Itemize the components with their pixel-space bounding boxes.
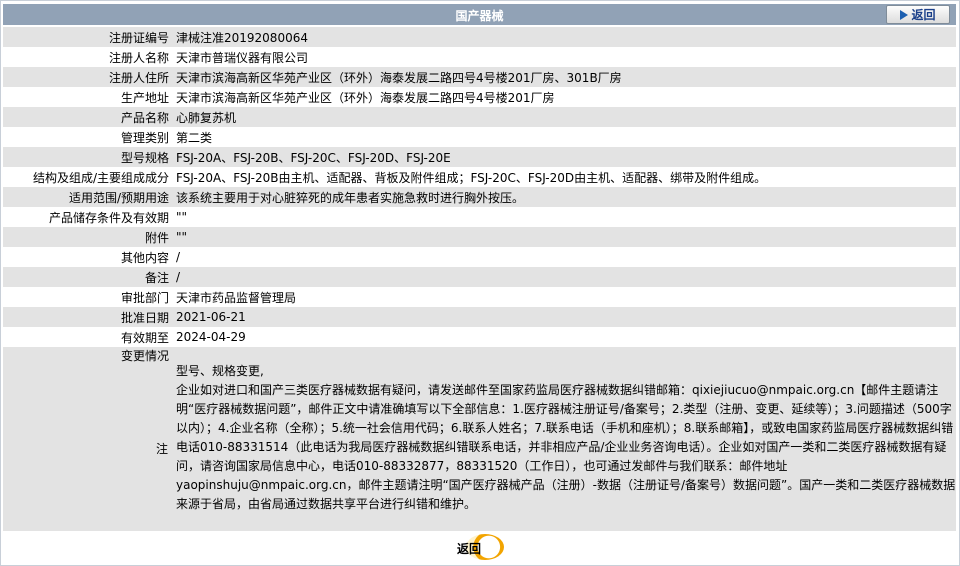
field-value: 天津市滨海高新区华苑产业区（环外）海泰发展二路四号4号楼201厂房、301B厂房 [172, 67, 956, 87]
field-value: 天津市滨海高新区华苑产业区（环外）海泰发展二路四号4号楼201厂房 [172, 87, 956, 107]
change-value: 型号、规格变更, [176, 364, 264, 378]
field-value: 津械注准20192080064 [172, 27, 956, 47]
field-label: 注册人住所 [3, 67, 172, 87]
field-label: 其他内容 [3, 247, 172, 267]
table-row: 附件 "" [3, 227, 956, 247]
field-value: "" [172, 207, 956, 227]
field-value: 心肺复苏机 [172, 107, 956, 127]
field-label: 型号规格 [3, 147, 172, 167]
field-label: 注册人名称 [3, 47, 172, 67]
table-row: 注册人住所 天津市滨海高新区华苑产业区（环外）海泰发展二路四号4号楼201厂房、3… [3, 67, 956, 87]
field-value: FSJ-20A、FSJ-20B、FSJ-20C、FSJ-20D、FSJ-20E [172, 147, 956, 167]
field-value: "" [172, 227, 956, 247]
field-label: 产品名称 [3, 107, 172, 127]
field-label: 有效期至 [3, 327, 172, 347]
note-value-cell: 型号、规格变更, 企业如对进口和国产三类医疗器械数据有疑问，请发送邮件至国家药监… [172, 347, 956, 531]
table-row: 产品储存条件及有效期 "" [3, 207, 956, 227]
table-row: 注册证编号 津械注准20192080064 [3, 27, 956, 47]
field-value: / [172, 267, 956, 287]
field-label: 备注 [3, 267, 172, 287]
back-button-bottom-label: 返回 [457, 542, 482, 556]
table-row: 结构及组成/主要组成成分 FSJ-20A、FSJ-20B由主机、适配器、背板及附件… [3, 167, 956, 187]
field-label: 审批部门 [3, 287, 172, 307]
back-button-bottom[interactable]: 返回 [452, 533, 504, 561]
field-label: 附件 [3, 227, 172, 247]
table-row: 注册人名称 天津市普瑞仪器有限公司 [3, 47, 956, 67]
arrow-right-icon [900, 9, 909, 20]
detail-table: 注册证编号 津械注准20192080064 注册人名称 天津市普瑞仪器有限公司 注册… [3, 27, 956, 531]
note-row: 变更情况 型号、规格变更, 企业如对进口和国产三类医疗器械数据有疑问，请发送邮件… [3, 347, 956, 531]
field-label: 生产地址 [3, 87, 172, 107]
field-value: FSJ-20A、FSJ-20B由主机、适配器、背板及附件组成；FSJ-20C、F… [172, 167, 956, 187]
field-label: 管理类别 [3, 127, 172, 147]
field-label: 批准日期 [3, 307, 172, 327]
field-value: 天津市药品监督管理局 [172, 287, 956, 307]
table-row: 批准日期 2021-06-21 [3, 307, 956, 327]
field-label: 适用范围/预期用途 [3, 187, 172, 207]
note-text: 企业如对进口和国产三类医疗器械数据有疑问，请发送邮件至国家药监局医疗器械数据纠错… [176, 383, 956, 511]
change-label: 变更情况 [120, 349, 169, 363]
field-value: 2024-04-29 [172, 327, 956, 347]
field-value: / [172, 247, 956, 267]
table-row: 备注 / [3, 267, 956, 287]
field-label: 注册证编号 [3, 27, 172, 47]
table-row: 产品名称 心肺复苏机 [3, 107, 956, 127]
note-label-cell: 变更情况 [3, 347, 172, 531]
table-row: 其他内容 / [3, 247, 956, 267]
note-label: 注 [156, 442, 169, 456]
field-value: 2021-06-21 [172, 307, 956, 327]
table-row: 审批部门 天津市药品监督管理局 [3, 287, 956, 307]
field-label: 结构及组成/主要组成成分 [3, 167, 172, 187]
table-row: 适用范围/预期用途 该系统主要用于对心脏猝死的成年患者实施急救时进行胸外按压。 [3, 187, 956, 207]
page-title: 国产器械 [455, 9, 504, 23]
table-row: 管理类别 第二类 [3, 127, 956, 147]
field-value: 第二类 [172, 127, 956, 147]
back-button-top[interactable]: 返回 [886, 5, 950, 24]
table-row: 生产地址 天津市滨海高新区华苑产业区（环外）海泰发展二路四号4号楼201厂房 [3, 87, 956, 107]
field-value: 天津市普瑞仪器有限公司 [172, 47, 956, 67]
table-row: 型号规格 FSJ-20A、FSJ-20B、FSJ-20C、FSJ-20D、FSJ-… [3, 147, 956, 167]
table-row: 有效期至 2024-04-29 [3, 327, 956, 347]
title-bar: 国产器械 返回 [3, 4, 956, 25]
field-label: 产品储存条件及有效期 [3, 207, 172, 227]
back-button-top-label: 返回 [911, 8, 936, 22]
field-value: 该系统主要用于对心脏猝死的成年患者实施急救时进行胸外按压。 [172, 187, 956, 207]
